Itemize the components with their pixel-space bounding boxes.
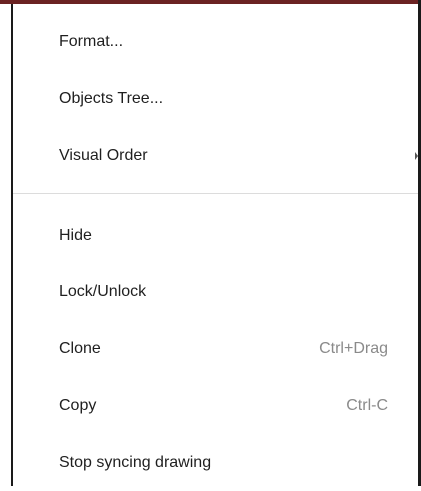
menu-item-label: Format... [59, 33, 124, 50]
menu-item-label: Lock/Unlock [59, 283, 147, 300]
menu-item-label: Clone [59, 340, 101, 357]
menu-item-hide[interactable]: Hide [13, 208, 418, 264]
menu-item-label: Visual Order [59, 147, 148, 164]
menu-item-label: Stop syncing drawing [59, 454, 212, 471]
menu-item-format[interactable]: Format... [13, 14, 418, 70]
menu-item-shortcut: Ctrl+Drag [319, 340, 388, 357]
menu-item-shortcut: Ctrl-C [346, 397, 388, 414]
menu-item-label: Copy [59, 397, 97, 414]
context-menu: Format... Objects Tree... Visual Order H… [13, 4, 418, 486]
menu-separator [13, 193, 418, 194]
menu-item-visual-order[interactable]: Visual Order [13, 128, 418, 184]
menu-item-stop-syncing-drawing[interactable]: Stop syncing drawing [13, 435, 418, 491]
menu-item-objects-tree[interactable]: Objects Tree... [13, 71, 418, 127]
submenu-arrow-icon [415, 152, 418, 160]
menu-item-label: Objects Tree... [59, 90, 164, 107]
background-edge [0, 4, 13, 486]
menu-item-clone[interactable]: Clone Ctrl+Drag [13, 321, 418, 377]
menu-item-label: Hide [59, 227, 92, 244]
menu-item-copy[interactable]: Copy Ctrl-C [13, 378, 418, 434]
menu-item-lock-unlock[interactable]: Lock/Unlock [13, 264, 418, 320]
